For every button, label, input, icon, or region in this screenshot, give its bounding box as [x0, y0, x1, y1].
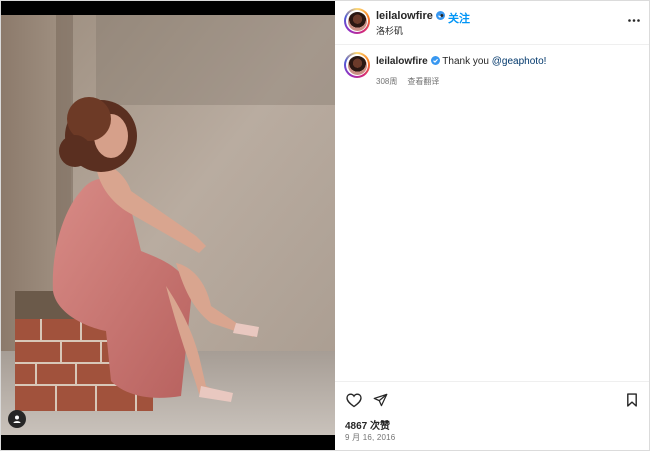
photo-illustration — [1, 1, 335, 450]
post-header: leilalowfire • 关注 洛杉矶 — [335, 1, 649, 45]
verified-badge-icon — [430, 56, 440, 65]
translate-link[interactable]: 查看翻译 — [407, 77, 439, 86]
post-date: 9 月 16, 2016 — [345, 433, 396, 442]
caption-avatar[interactable] — [344, 52, 370, 78]
user-tag-icon[interactable] — [8, 410, 26, 428]
bookmark-icon[interactable] — [623, 391, 641, 409]
post-sidebar: leilalowfire • 关注 洛杉矶 leilalowfire Thank… — [335, 1, 649, 450]
heart-icon[interactable] — [345, 391, 363, 409]
time-ago[interactable]: 308周 — [376, 77, 397, 86]
caption-text: Thank you — [442, 56, 492, 67]
separator-dot: • — [440, 10, 444, 22]
action-bar — [335, 381, 649, 409]
author-username-text[interactable]: leilalowfire — [376, 10, 433, 22]
caption-username[interactable]: leilalowfire — [376, 56, 428, 67]
author-avatar[interactable] — [344, 8, 370, 34]
author-username[interactable]: leilalowfire — [376, 10, 445, 22]
caption-mention[interactable]: @geaphoto! — [492, 56, 547, 67]
paper-plane-icon[interactable] — [371, 391, 389, 409]
post-dialog: leilalowfire • 关注 洛杉矶 leilalowfire Thank… — [0, 0, 650, 451]
location-link[interactable]: 洛杉矶 — [376, 24, 403, 37]
post-photo[interactable] — [1, 1, 335, 450]
post-caption: leilalowfire Thank you @geaphoto! — [376, 56, 546, 67]
caption-meta: 308周 查看翻译 — [376, 76, 439, 87]
more-options-icon[interactable] — [627, 13, 641, 27]
follow-button[interactable]: 关注 — [448, 10, 470, 26]
likes-count[interactable]: 4867 次赞 — [345, 417, 390, 432]
